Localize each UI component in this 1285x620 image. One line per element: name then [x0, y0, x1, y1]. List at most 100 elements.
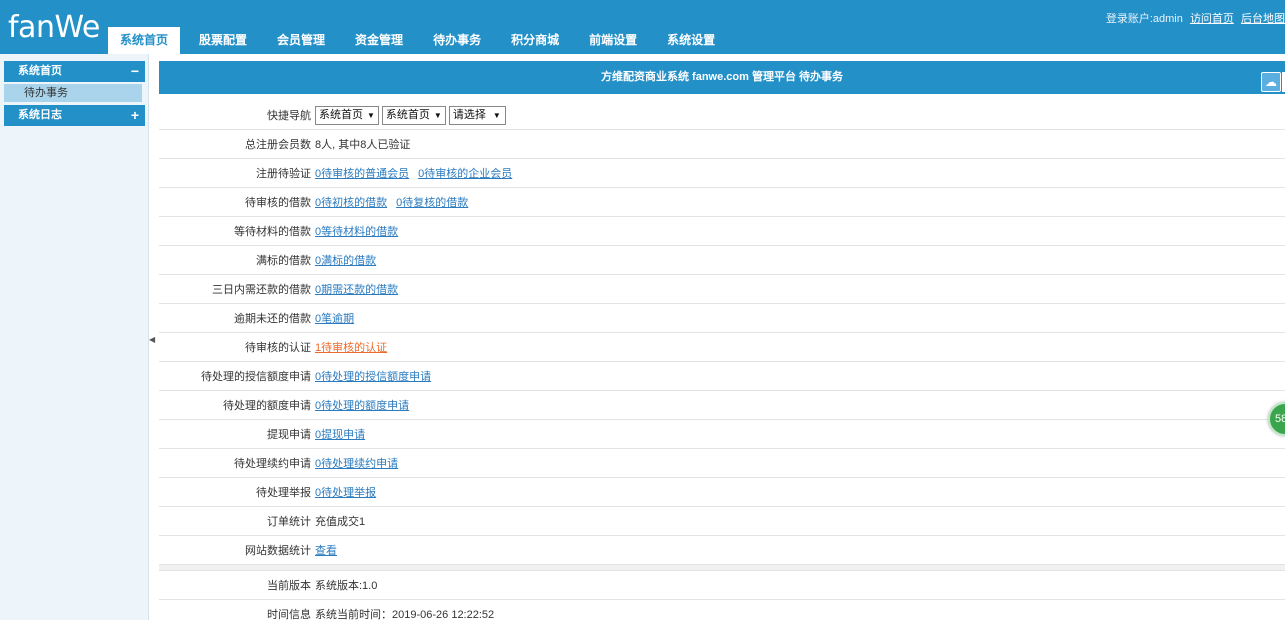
table-row: 待处理续约申请 0待处理续约申请 — [159, 449, 1285, 478]
main-nav: 系统首页 股票配置 会员管理 资金管理 待办事务 积分商城 前端设置 系统设置 — [108, 27, 734, 54]
full-loans-link[interactable]: 0满标的借款 — [315, 252, 376, 268]
account-label: 登录账户:admin — [1105, 13, 1183, 25]
row-label: 待处理举报 — [256, 487, 311, 499]
table-row: 注册待验证 0待审核的普通会员 0待审核的企业会员 — [159, 159, 1285, 188]
row-label: 快捷导航 — [267, 110, 311, 122]
nav-tab-todo[interactable]: 待办事务 — [422, 27, 492, 54]
left-sidebar — [0, 54, 149, 620]
dropdown-arrow-icon: ▼ — [433, 110, 442, 120]
table-row: 待处理的额度申请 0待处理的额度申请 — [159, 391, 1285, 420]
nav-tab-system-settings[interactable]: 系统设置 — [656, 27, 726, 54]
row-value: 0待初核的借款 0待复核的借款 — [315, 194, 477, 210]
row-label: 注册待验证 — [256, 168, 311, 180]
table-row: 待处理的授信额度申请 0待处理的授信额度申请 — [159, 362, 1285, 391]
row-value: 0待审核的普通会员 0待审核的企业会员 — [315, 165, 521, 181]
row-value: 0满标的借款 — [315, 252, 385, 268]
row-label: 订单统计 — [267, 516, 311, 528]
sidebar-item-todo[interactable]: 待办事务 — [4, 84, 142, 102]
repay-due-link[interactable]: 0期需还款的借款 — [315, 281, 398, 297]
page-title: 方维配资商业系统 fanwe.com 管理平台 待办事务 — [600, 71, 843, 83]
row-value: 系统当前时间：2019-06-26 12:22:52 — [315, 609, 495, 620]
table-row: 待处理举报 0待处理举报 — [159, 478, 1285, 507]
awaiting-material-link[interactable]: 0等待材料的借款 — [315, 223, 398, 239]
table-row: 总注册会员数 8人, 其中8人已验证 — [159, 130, 1285, 159]
row-label: 时间信息 — [267, 609, 311, 620]
dropdown-arrow-icon: ▼ — [367, 110, 375, 120]
quick-nav-select-3[interactable]: 请选择 ▼ — [448, 105, 506, 125]
row-value: 0待处理的额度申请 — [315, 397, 418, 413]
row-label: 当前版本 — [267, 580, 311, 592]
table-row: 时间信息 系统当前时间：2019-06-26 12:22:52 — [159, 600, 1285, 620]
row-label: 满标的借款 — [256, 255, 311, 267]
row-label: 逾期未还的借款 — [234, 313, 311, 325]
row-value: 8人, 其中8人已验证 — [315, 139, 411, 151]
expand-icon[interactable]: + — [131, 105, 139, 126]
table-row: 三日内需还款的借款 0期需还款的借款 — [159, 275, 1285, 304]
pending-enterprise-members-link[interactable]: 0待审核的企业会员 — [418, 165, 512, 181]
table-row: 网站数据统计 查看 — [159, 536, 1285, 565]
row-label: 待审核的认证 — [245, 342, 311, 354]
nav-tab-points-mall[interactable]: 积分商城 — [500, 27, 570, 54]
row-value: 0等待材料的借款 — [315, 223, 407, 239]
row-value: 系统首页 ▼ 系统首页 ▼ 请选择 ▼ — [315, 105, 509, 125]
nav-tab-frontend-settings[interactable]: 前端设置 — [578, 27, 648, 54]
row-value: 0笔逾期 — [315, 310, 363, 326]
row-label: 待处理的额度申请 — [223, 400, 311, 412]
table-row: 提现申请 0提现申请 — [159, 420, 1285, 449]
view-stats-link[interactable]: 查看 — [315, 542, 337, 558]
pending-credit-link[interactable]: 0待处理的授信额度申请 — [315, 368, 431, 384]
row-label: 提现申请 — [267, 429, 311, 441]
sidebar-collapse-handle[interactable]: ◀ — [149, 325, 155, 355]
sidebar-group-system-home[interactable]: 系统首页 − — [4, 61, 145, 82]
nav-tab-system-home[interactable]: 系统首页 — [108, 27, 181, 54]
row-value: 1待审核的认证 — [315, 339, 396, 355]
row-value: 0期需还款的借款 — [315, 281, 407, 297]
table-row: 满标的借款 0满标的借款 — [159, 246, 1285, 275]
table-row: 待审核的认证 1待审核的认证 — [159, 333, 1285, 362]
pending-quota-link[interactable]: 0待处理的额度申请 — [315, 397, 409, 413]
sidebar-group-system-log[interactable]: 系统日志 + — [4, 105, 145, 126]
sidebar-group-label: 系统日志 — [18, 109, 62, 121]
top-right-links: 登录账户:admin 访问首页 后台地图 — [1106, 10, 1285, 26]
row-label: 等待材料的借款 — [234, 226, 311, 238]
row-label: 三日内需还款的借款 — [212, 284, 311, 296]
nav-tab-stock-config[interactable]: 股票配置 — [188, 27, 258, 54]
renew-link[interactable]: 0待处理续约申请 — [315, 455, 398, 471]
row-label: 待处理的授信额度申请 — [201, 371, 311, 383]
table-row: 当前版本 系统版本:1.0 — [159, 571, 1285, 600]
row-value: 查看 — [315, 542, 346, 558]
quick-nav-select-2[interactable]: 系统首页 ▼ — [381, 105, 446, 125]
row-label: 网站数据统计 — [245, 545, 311, 557]
nav-tab-member-manage[interactable]: 会员管理 — [266, 27, 336, 54]
quick-nav-select-1[interactable]: 系统首页 ▼ — [315, 105, 379, 125]
table-row: 快捷导航 系统首页 ▼ 系统首页 ▼ 请选择 ▼ — [159, 101, 1285, 130]
collapse-icon[interactable]: − — [131, 61, 139, 82]
pending-normal-members-link[interactable]: 0待审核的普通会员 — [315, 165, 409, 181]
table-row: 逾期未还的借款 0笔逾期 — [159, 304, 1285, 333]
withdraw-link[interactable]: 0提现申请 — [315, 426, 365, 442]
fanwe-logo[interactable]: fanWe — [8, 10, 100, 45]
pending-cert-link[interactable]: 1待审核的认证 — [315, 339, 387, 355]
table-row: 等待材料的借款 0等待材料的借款 — [159, 217, 1285, 246]
top-header: fanWe 登录账户:admin 访问首页 后台地图 系统首页 股票配置 会员管… — [0, 0, 1285, 54]
row-value: 0提现申请 — [315, 426, 374, 442]
main-title-bar: 方维配资商业系统 fanwe.com 管理平台 待办事务 ☁ — [159, 61, 1285, 94]
row-label: 总注册会员数 — [245, 139, 311, 151]
table-row: 待审核的借款 0待初核的借款 0待复核的借款 — [159, 188, 1285, 217]
table-row: 订单统计 充值成交1 — [159, 507, 1285, 536]
row-value: 0待处理续约申请 — [315, 455, 407, 471]
row-value: 系统版本:1.0 — [315, 580, 378, 592]
pending-first-review-link[interactable]: 0待初核的借款 — [315, 194, 387, 210]
pending-second-review-link[interactable]: 0待复核的借款 — [396, 194, 468, 210]
sidebar-group-label: 系统首页 — [18, 65, 62, 77]
dropdown-arrow-icon: ▼ — [492, 110, 501, 120]
todo-table: 快捷导航 系统首页 ▼ 系统首页 ▼ 请选择 ▼ 总注册会员数 8人, 其中8人已验证… — [159, 101, 1285, 620]
overdue-link[interactable]: 0笔逾期 — [315, 310, 354, 326]
visit-home-link[interactable]: 访问首页 — [1190, 13, 1234, 25]
cloud-icon[interactable]: ☁ — [1261, 72, 1285, 92]
row-value: 0待处理的授信额度申请 — [315, 368, 440, 384]
report-link[interactable]: 0待处理举报 — [315, 484, 376, 500]
admin-map-link[interactable]: 后台地图 — [1241, 13, 1285, 25]
row-label: 待处理续约申请 — [234, 458, 311, 470]
nav-tab-fund-manage[interactable]: 资金管理 — [344, 27, 414, 54]
